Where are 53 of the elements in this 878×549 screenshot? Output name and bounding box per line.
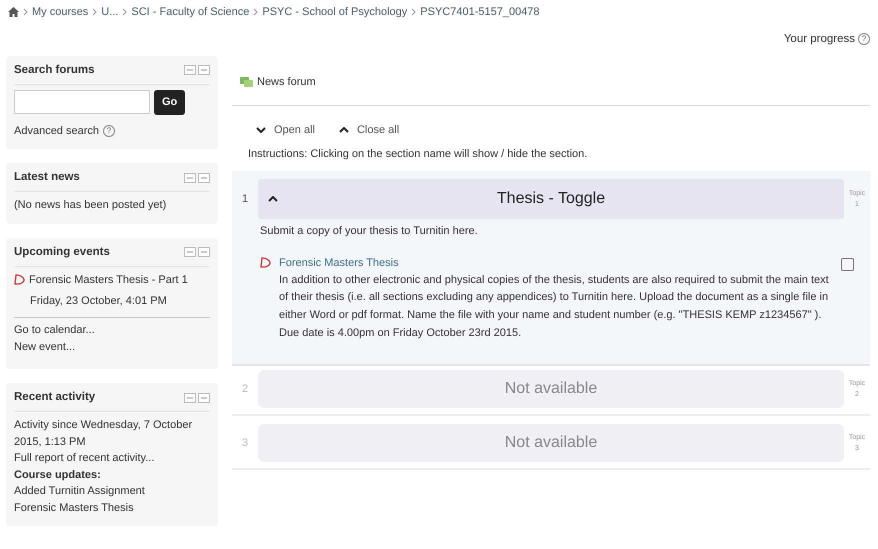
advanced-search-link[interactable]: Advanced search — [14, 122, 99, 139]
breadcrumb-link[interactable]: SCI - Faculty of Science — [131, 4, 250, 20]
event-link[interactable]: Forensic Masters Thesis - Part 1 — [29, 272, 188, 288]
chevron-icon — [122, 8, 128, 16]
activity-description: In addition to other electronic and physical copies of the thesis, students are also required to submit the main text of their thesis (i.e. all sections excluding any appendices) to Turnitin here. Upload the document as a single file in either Word or pdf format. Name the file with your name and student number (e.g. "THESIS KEMP z1234567" ). Due date is 4.00pm on Friday October 23rd 2015. — [279, 272, 830, 341]
section-number: 2 — [240, 382, 250, 397]
home-icon — [8, 7, 19, 18]
report-link[interactable]: Full report of recent activity... — [14, 452, 154, 464]
go-button[interactable]: Go — [154, 90, 186, 114]
breadcrumb-link[interactable]: U... — [101, 4, 118, 20]
chevron-icon — [23, 8, 28, 16]
chevron-icon — [256, 127, 266, 133]
chevron-icon — [411, 8, 416, 16]
collapse-icon — [268, 196, 278, 202]
help-icon: ? — [858, 33, 870, 46]
block-title: Upcoming events — [14, 244, 110, 260]
chevron-icon — [253, 8, 258, 16]
updates-heading: Course updates: — [14, 468, 102, 483]
calendar-link[interactable]: New event... — [14, 340, 76, 352]
forum-icon — [240, 76, 253, 88]
instructions-text: Instructions: Clicking on the section name will show / hide the section. — [247, 147, 588, 162]
activity-link[interactable]: Forensic Masters Thesis — [279, 255, 833, 272]
assignment-icon — [14, 274, 25, 285]
block-title: Search forums — [14, 62, 95, 78]
calendar-link[interactable]: Go to calendar... — [14, 324, 95, 336]
section-number: 1 — [240, 192, 250, 206]
section-number: 3 — [240, 436, 250, 451]
breadcrumb-link[interactable]: PSYC7401-5157_00478 — [420, 4, 540, 20]
block-controls-icon — [184, 247, 210, 258]
progress-label: Your progress — [784, 32, 855, 46]
breadcrumb-link[interactable]: My courses — [32, 4, 88, 20]
close-all-link[interactable]: Close all — [338, 122, 400, 138]
block-controls-icon — [184, 392, 210, 403]
block-controls-icon — [184, 172, 210, 183]
assignment-icon — [260, 257, 271, 268]
update-text: Added Turnitin Assignment — [14, 484, 146, 500]
activity-since: Activity since Wednesday, 7 October 2015, 1:13 PM — [14, 418, 194, 450]
chevron-icon — [338, 127, 349, 133]
chevron-icon — [92, 8, 98, 16]
help-icon: ? — [103, 124, 115, 137]
block-controls-icon — [184, 65, 210, 76]
section-summary: Submit a copy of your thesis to Turnitin here. — [259, 224, 479, 239]
news-forum-link[interactable]: News forum — [257, 74, 316, 90]
completion-checkbox[interactable] — [841, 258, 854, 272]
search-field[interactable] — [14, 90, 150, 114]
block-title: Recent activity — [14, 390, 96, 405]
event-date: Friday, 23 October, 4:01 PM — [29, 294, 168, 308]
breadcrumb-link[interactable]: PSYC - School of Psychology — [262, 4, 408, 20]
open-all-link[interactable]: Open all — [256, 122, 315, 138]
block-title: Latest news — [14, 170, 80, 185]
news-text: (No news has been posted yet) — [14, 198, 168, 214]
section-title[interactable]: Thesis - Toggle — [258, 178, 844, 219]
update-link[interactable]: Forensic Masters Thesis — [14, 502, 134, 514]
